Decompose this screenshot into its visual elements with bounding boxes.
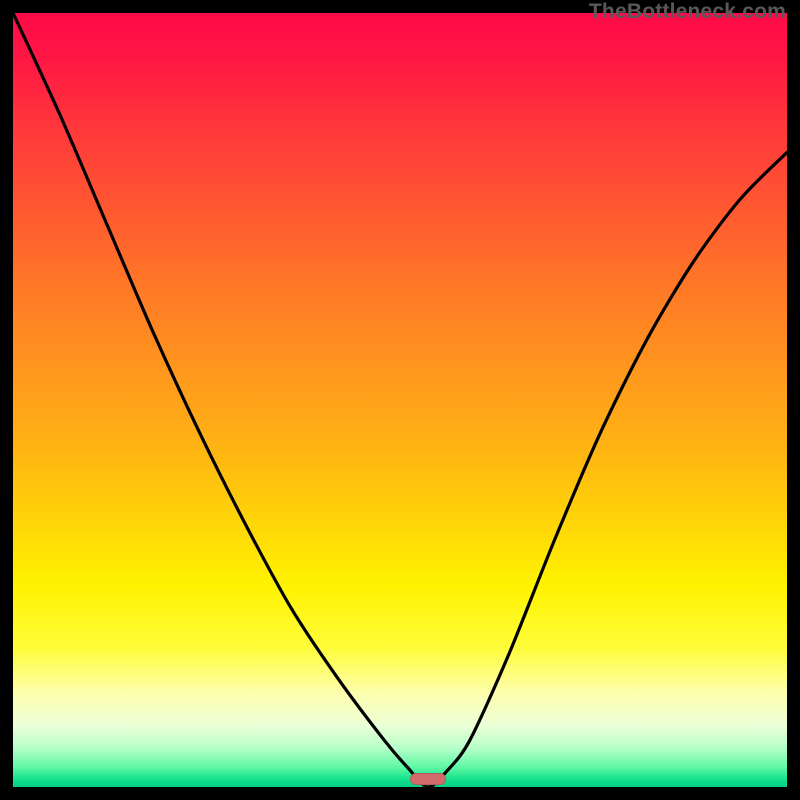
chart-stage: TheBottleneck.com — [0, 0, 800, 800]
plot-area — [13, 13, 787, 787]
bottleneck-curve — [13, 13, 787, 787]
minimum-marker — [410, 773, 446, 785]
watermark-text: TheBottleneck.com — [589, 0, 786, 24]
